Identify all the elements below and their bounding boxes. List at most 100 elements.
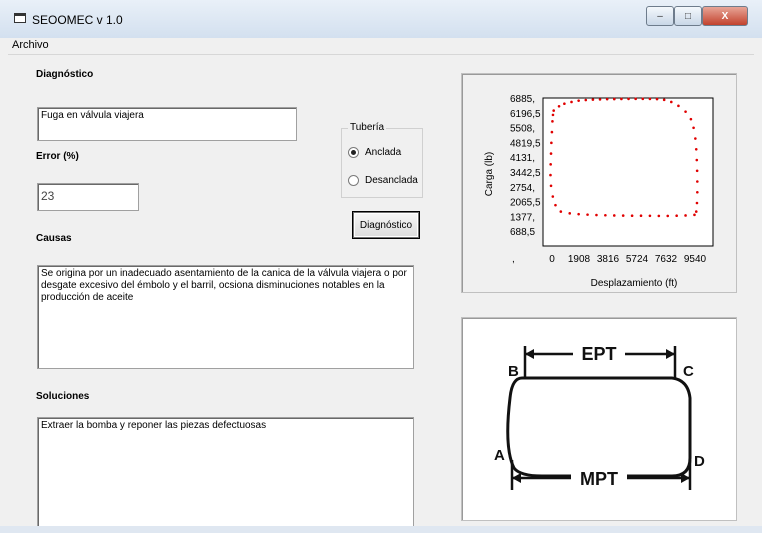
causas-label: Causas — [36, 233, 72, 244]
mpt-left-arrow — [512, 473, 521, 483]
y-tick-label: 2065,5 — [510, 198, 541, 209]
maximize-button[interactable]: □ — [674, 6, 702, 26]
data-point — [694, 210, 698, 213]
data-point — [612, 97, 616, 101]
point-c-label: C — [683, 363, 694, 380]
y-tick-label: 688,5 — [510, 227, 535, 238]
radio-anclada-label: Anclada — [365, 147, 402, 158]
minimize-button[interactable]: – — [646, 6, 674, 26]
data-point — [675, 214, 678, 217]
chart-panel: 688,5 1377, 2065,5 2754, 3442,5 4131, 4819,5 55… — [461, 73, 737, 293]
data-point — [684, 214, 687, 217]
data-point — [662, 98, 666, 102]
data-point — [605, 97, 609, 101]
bottom-border — [0, 526, 762, 533]
tuberia-group: Tubería Anclada Desanclada — [341, 122, 423, 198]
data-point — [627, 97, 630, 101]
data-point — [634, 97, 637, 101]
data-point — [612, 214, 616, 217]
data-point — [695, 169, 699, 173]
data-point — [695, 201, 699, 205]
data-point — [586, 213, 589, 216]
load-displacement-chart: 688,5 1377, 2065,5 2754, 3442,5 4131, 4819,5 55… — [484, 94, 714, 289]
x-tick-label: 5724 — [626, 254, 649, 265]
data-point — [577, 212, 580, 216]
data-point — [550, 141, 553, 145]
data-point — [648, 97, 652, 101]
diagnostico-button[interactable]: Diagnóstico — [353, 212, 419, 238]
close-icon: X — [721, 10, 729, 22]
x-tick-label: 3816 — [597, 254, 620, 265]
causas-field[interactable]: Se origina por un inadecuado asentamient… — [37, 265, 414, 369]
x-origin-label: , — [512, 254, 515, 265]
x-tick-label: 1908 — [568, 254, 591, 265]
mpt-label: MPT — [580, 469, 618, 489]
data-point — [568, 212, 572, 215]
point-b-label: B — [508, 363, 519, 380]
close-button[interactable]: X — [702, 6, 748, 26]
ept-label: EPT — [581, 344, 616, 364]
data-point — [557, 104, 561, 108]
data-point — [549, 163, 552, 166]
data-point — [563, 102, 566, 105]
radio-selected-icon — [348, 147, 359, 158]
minimize-icon: – — [657, 10, 663, 22]
error-label: Error (%) — [36, 151, 79, 162]
y-tick-label: 3442,5 — [510, 168, 541, 179]
ept-left-arrow — [525, 349, 534, 359]
data-point — [551, 113, 555, 117]
y-axis-label: Carga (lb) — [484, 152, 495, 196]
y-tick-label: 2754, — [510, 183, 535, 194]
data-point — [595, 213, 598, 217]
y-tick-label: 6885, — [510, 94, 535, 105]
diagnostico-field[interactable]: Fuga en válvula viajera — [37, 107, 297, 141]
radio-unselected-icon — [348, 175, 359, 186]
tuberia-title: Tubería — [348, 122, 387, 133]
point-d-label: D — [694, 453, 705, 470]
data-point — [551, 195, 555, 198]
data-point — [549, 184, 553, 188]
soluciones-field[interactable]: Extraer la bomba y reponer las piezas de… — [37, 417, 414, 527]
data-point — [591, 98, 595, 101]
data-point — [554, 203, 557, 207]
plot-area — [542, 97, 714, 247]
data-point — [641, 97, 645, 101]
data-point — [559, 210, 563, 213]
data-point — [552, 109, 555, 112]
data-point — [550, 130, 554, 134]
app-icon — [14, 13, 26, 23]
data-point — [696, 190, 699, 194]
data-point — [584, 98, 588, 102]
y-tick-label: 6196,5 — [510, 109, 541, 120]
main-form: Diagnóstico Fuga en válvula viajera Erro… — [8, 55, 754, 533]
data-point — [666, 214, 670, 218]
maximize-icon: □ — [684, 10, 692, 22]
data-point — [551, 120, 554, 123]
data-point — [577, 99, 580, 102]
soluciones-label: Soluciones — [36, 391, 90, 402]
dynacard-diagram-panel: EPT MPT B C A D — [461, 317, 737, 521]
menu-archivo[interactable]: Archivo — [12, 39, 49, 51]
y-tick-label: 5508, — [510, 124, 535, 135]
dynacard-diagram: EPT MPT B C A D — [494, 344, 705, 490]
data-point — [695, 158, 699, 162]
window-title: SEOOMEC v 1.0 — [32, 13, 123, 27]
y-tick-label: 4819,5 — [510, 138, 541, 149]
y-tick-label: 1377, — [510, 212, 535, 223]
dynacard-shape — [506, 376, 692, 478]
data-point — [677, 104, 680, 108]
x-tick-label: 7632 — [655, 254, 678, 265]
data-point — [549, 173, 552, 177]
ept-right-arrow — [666, 349, 675, 359]
menu-bar: Archivo — [8, 38, 754, 55]
error-field[interactable]: 23 — [37, 183, 139, 211]
x-axis-label: Desplazamiento (ft) — [591, 278, 678, 289]
window-controls: – □ X — [646, 6, 748, 26]
radio-anclada[interactable]: Anclada — [348, 147, 401, 158]
data-point — [630, 214, 634, 217]
data-point — [620, 97, 623, 101]
diagnostico-label: Diagnóstico — [36, 69, 94, 80]
radio-desanclada[interactable]: Desanclada — [348, 175, 418, 186]
data-point — [648, 214, 652, 218]
y-tick-label: 4131, — [510, 153, 535, 164]
